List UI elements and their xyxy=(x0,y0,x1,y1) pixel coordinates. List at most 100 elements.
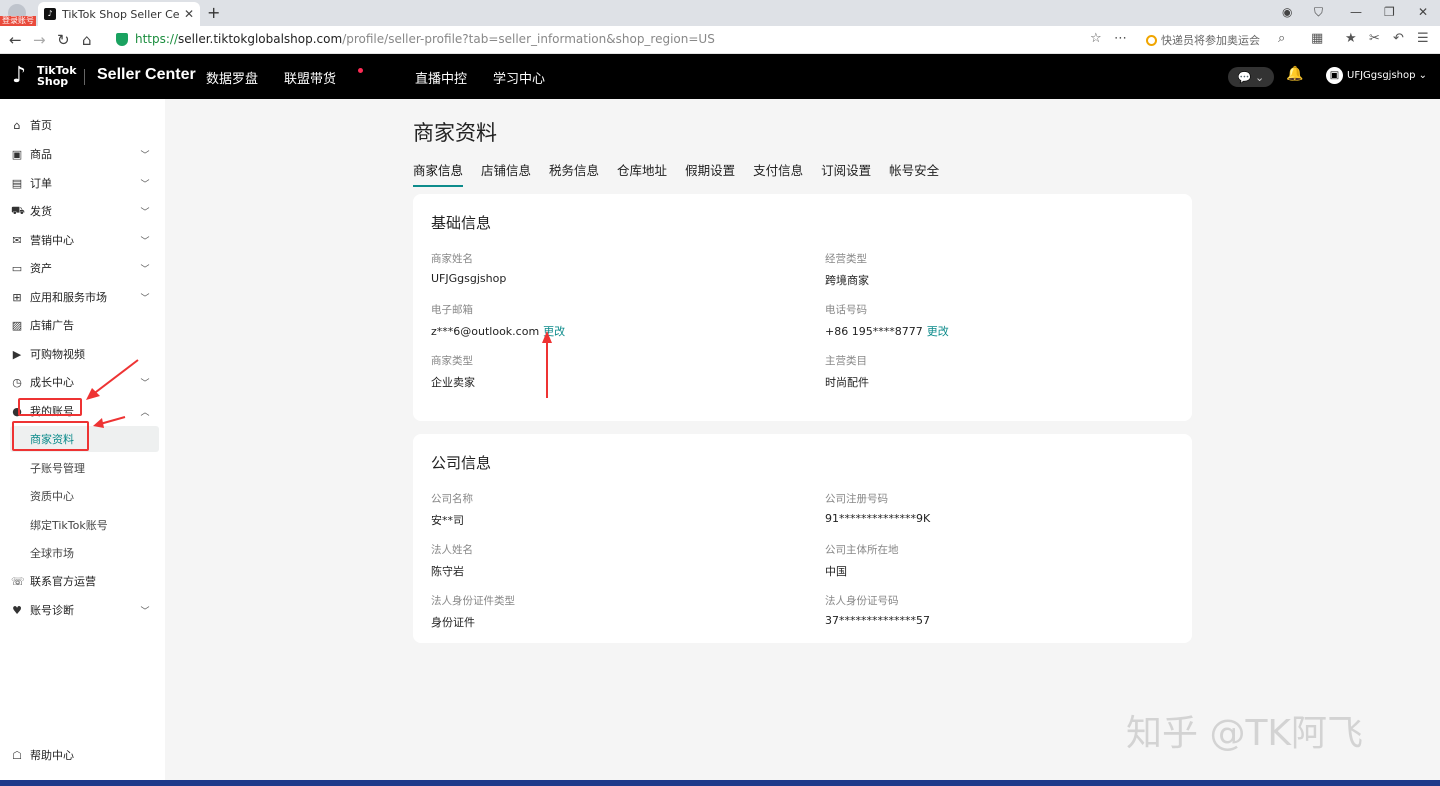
close-window-icon[interactable]: ✕ xyxy=(1418,2,1428,22)
tab-shop-info[interactable]: 店铺信息 xyxy=(481,160,531,187)
search-engine-icon xyxy=(1146,34,1157,46)
undo-icon[interactable]: ↶ xyxy=(1393,31,1404,46)
chevron-down-icon: ﹀ xyxy=(140,236,150,247)
bell-icon[interactable]: 🔔 xyxy=(1286,66,1303,82)
shop-avatar-icon: ▣ xyxy=(1326,67,1343,84)
profile-tabs: 商家信息 店铺信息 税务信息 仓库地址 假期设置 支付信息 订阅设置 帐号安全 xyxy=(413,160,957,187)
tab-subscription[interactable]: 订阅设置 xyxy=(821,160,871,187)
browser-tab[interactable]: ♪ TikTok Shop Seller Center | ✕ xyxy=(38,2,200,26)
sidebar-item-home[interactable]: ⌂ 首页 xyxy=(0,111,165,139)
top-nav-learning-center[interactable]: 学习中心 xyxy=(493,68,545,87)
diagnosis-icon: ♥ xyxy=(12,603,22,617)
change-phone-link[interactable]: 更改 xyxy=(927,325,949,338)
product-icon: ▣ xyxy=(11,147,23,161)
sidebar-item-products[interactable]: ▣ 商品 ﹀ xyxy=(0,140,165,168)
apps-grid-icon[interactable]: ▦ xyxy=(1311,31,1323,46)
tab-seller-info[interactable]: 商家信息 xyxy=(413,160,464,187)
tab-holiday[interactable]: 假期设置 xyxy=(685,160,735,187)
top-nav: 数据罗盘 联盟带货 直播中控 学习中心 xyxy=(206,68,571,87)
notification-dot xyxy=(358,68,364,73)
sidebar-item-contact-ops[interactable]: ☏ 联系官方运营 xyxy=(0,567,165,595)
sidebar-item-orders[interactable]: ▤ 订单 ﹀ xyxy=(0,169,165,197)
field-phone: 电话号码 +86 195****8777 更改 xyxy=(825,304,949,338)
tab-tax-info[interactable]: 税务信息 xyxy=(549,160,599,187)
field-main-category: 主营类目 时尚配件 xyxy=(825,355,869,389)
login-badge[interactable]: 登录账号 xyxy=(0,4,36,26)
sidebar-subitem-sub-accounts[interactable]: 子账号管理 xyxy=(0,455,165,481)
tab-warehouse[interactable]: 仓库地址 xyxy=(617,160,667,187)
forward-icon[interactable]: → xyxy=(33,31,46,49)
field-company-name: 公司名称 安**司 xyxy=(431,493,473,527)
close-tab-icon[interactable]: ✕ xyxy=(184,7,194,21)
logo-text: TikTok Shop xyxy=(37,64,77,88)
sidebar-item-shipping[interactable]: ⛟ 发货 ﹀ xyxy=(0,197,165,225)
chevron-down-icon: ﹀ xyxy=(140,378,150,389)
browser-search-box[interactable]: 快递员将参加奥运会 xyxy=(1146,30,1296,50)
sidebar-subitem-bind-tiktok[interactable]: 绑定TikTok账号 xyxy=(0,512,165,538)
sidebar-subitem-global-market[interactable]: 全球市场 xyxy=(0,540,165,566)
login-badge-label: 登录账号 xyxy=(0,16,36,26)
extension-icon[interactable]: ◉ xyxy=(1282,2,1292,22)
sidebar-item-shop-ads[interactable]: ▨ 店铺广告 xyxy=(0,311,165,339)
back-icon[interactable]: ← xyxy=(9,31,22,49)
growth-icon: ◷ xyxy=(12,375,22,389)
sidebar-subitem-qualification[interactable]: 资质中心 xyxy=(0,483,165,509)
menu-icon[interactable]: ☰ xyxy=(1417,31,1429,46)
tab-account-security[interactable]: 帐号安全 xyxy=(889,160,939,187)
chevron-up-icon: ︿ xyxy=(140,407,150,418)
url-input[interactable]: https://seller.tiktokglobalshop.com/prof… xyxy=(135,32,715,46)
top-nav-live-control[interactable]: 直播中控 xyxy=(415,68,467,87)
sidebar-item-app-market[interactable]: ⊞ 应用和服务市场 ﹀ xyxy=(0,283,165,311)
contact-icon: ☏ xyxy=(11,574,25,588)
reload-icon[interactable]: ↻ xyxy=(57,31,70,49)
more-icon[interactable]: ⋯ xyxy=(1114,31,1127,46)
sidebar-item-assets[interactable]: ▭ 资产 ﹀ xyxy=(0,254,165,282)
scissors-icon[interactable]: ✂ xyxy=(1369,31,1380,46)
sidebar-item-account-diagnosis[interactable]: ♥ 账号诊断 ﹀ xyxy=(0,596,165,624)
browser-search-text: 快递员将参加奥运会 xyxy=(1161,34,1260,47)
sidebar-item-marketing[interactable]: ✉ 营销中心 ﹀ xyxy=(0,226,165,254)
ad-icon: ▨ xyxy=(11,318,23,332)
account-menu[interactable]: ▣ UFJGgsgjshop ⌄ xyxy=(1326,67,1427,84)
field-business-type: 经营类型 跨境商家 xyxy=(825,253,869,287)
shirt-icon[interactable]: ⛉ xyxy=(1314,2,1323,22)
bookmark-star-icon[interactable]: ☆ xyxy=(1090,31,1102,46)
tab-payment[interactable]: 支付信息 xyxy=(753,160,803,187)
home-icon[interactable]: ⌂ xyxy=(82,31,92,49)
field-company-location: 公司主体所在地 中国 xyxy=(825,544,899,578)
apps-icon: ⊞ xyxy=(12,290,22,304)
tiktok-shop-logo[interactable]: ♪ TikTok Shop xyxy=(12,64,77,88)
minimize-icon[interactable]: — xyxy=(1350,2,1362,22)
chevron-down-icon: ﹀ xyxy=(140,264,150,275)
basic-info-card: 基础信息 商家姓名 UFJGgsgjshop 经营类型 跨境商家 电子邮箱 z*… xyxy=(413,194,1192,421)
zhihu-watermark: 知乎 @TK阿飞 xyxy=(1126,713,1364,754)
sidebar-item-growth-center[interactable]: ◷ 成长中心 ﹀ xyxy=(0,368,165,396)
search-icon[interactable]: ⌕ xyxy=(1278,31,1285,46)
field-email: 电子邮箱 z***6@outlook.com 更改 xyxy=(431,304,566,338)
chevron-down-icon: ﹀ xyxy=(140,606,150,617)
change-email-link[interactable]: 更改 xyxy=(543,325,565,338)
field-seller-type: 商家类型 企业卖家 xyxy=(431,355,475,389)
app-header: ♪ TikTok Shop Seller Center 数据罗盘 联盟带货 直播… xyxy=(0,54,1440,99)
favorites-icon[interactable]: ★ xyxy=(1345,31,1357,46)
browser-tab-bar: 登录账号 ♪ TikTok Shop Seller Center | ✕ + ◉… xyxy=(0,0,1440,26)
top-nav-data-compass[interactable]: 数据罗盘 xyxy=(206,68,258,87)
chevron-down-icon: ⌄ xyxy=(1415,70,1428,81)
megaphone-icon: ✉ xyxy=(12,233,22,247)
field-id-number: 法人身份证号码 37**************57 xyxy=(825,595,930,627)
new-tab-icon[interactable]: + xyxy=(207,3,220,22)
sidebar-item-help-center[interactable]: ☖ 帮助中心 xyxy=(0,741,165,769)
header-divider xyxy=(84,69,85,85)
browser-tab-title: TikTok Shop Seller Center | xyxy=(62,7,180,21)
company-info-title: 公司信息 xyxy=(431,454,492,472)
help-icon: ☖ xyxy=(12,748,22,762)
home-icon: ⌂ xyxy=(13,118,21,132)
chevron-down-icon: ⌄ xyxy=(1254,70,1265,84)
video-icon: ▶ xyxy=(12,347,22,361)
restore-icon[interactable]: ❐ xyxy=(1384,2,1395,22)
top-nav-affiliate[interactable]: 联盟带货 xyxy=(284,68,389,87)
sidebar-item-shoppable-video[interactable]: ▶ 可购物视频 xyxy=(0,340,165,368)
chevron-down-icon: ﹀ xyxy=(140,207,150,218)
chat-button[interactable]: 💬 ⌄ xyxy=(1228,67,1274,87)
order-icon: ▤ xyxy=(11,176,23,190)
